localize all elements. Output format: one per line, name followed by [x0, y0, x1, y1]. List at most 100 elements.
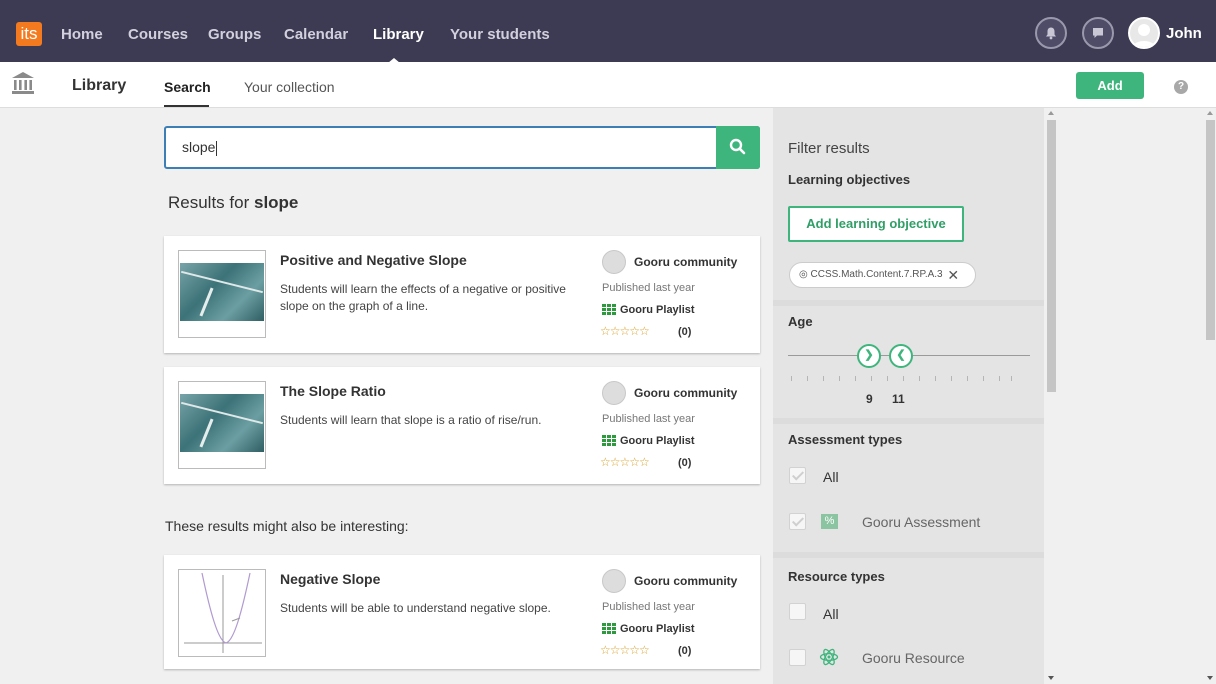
rating-count: (0) — [678, 457, 692, 469]
age-label: Age — [788, 314, 813, 329]
nav-your-students[interactable]: Your students — [450, 26, 550, 43]
result-description: Students will learn the effects of a neg… — [280, 282, 566, 313]
nav-library[interactable]: Library — [373, 26, 424, 43]
bell-icon — [1046, 27, 1056, 40]
tab-your-collection[interactable]: Your collection — [244, 79, 335, 95]
nav-groups[interactable]: Groups — [208, 26, 261, 43]
playlist-grid-icon — [602, 435, 616, 446]
graph-thumbnail — [184, 572, 262, 653]
author-name[interactable]: Gooru community — [634, 255, 737, 269]
scroll-down-arrow[interactable] — [1207, 676, 1213, 680]
notifications-button[interactable] — [1035, 17, 1067, 49]
remove-tag-icon[interactable]: ✕ — [947, 267, 959, 283]
gooru-assessment-label[interactable]: Gooru Assessment — [862, 514, 980, 530]
divider — [773, 300, 1044, 306]
search-input[interactable]: slope — [164, 126, 760, 169]
username[interactable]: John — [1166, 25, 1202, 42]
author-avatar — [602, 569, 626, 593]
result-title[interactable]: Positive and Negative Slope — [280, 252, 467, 268]
published-date: Published last year — [602, 282, 695, 294]
assessment-types-label: Assessment types — [788, 432, 903, 447]
page-scroll-thumb[interactable] — [1206, 120, 1215, 340]
gooru-resource-label[interactable]: Gooru Resource — [862, 650, 965, 666]
divider — [773, 552, 1044, 558]
suggestions-heading: These results might also be interesting: — [165, 518, 409, 534]
thumbnail-photo — [180, 394, 264, 452]
filter-title: Filter results — [788, 140, 870, 157]
gooru-assessment-checkbox[interactable] — [789, 513, 806, 530]
page-scrollbar[interactable] — [1203, 108, 1216, 684]
library-subnav: Library Search Your collection Add ? — [0, 62, 1216, 108]
published-date: Published last year — [602, 413, 695, 425]
author-name[interactable]: Gooru community — [634, 574, 737, 588]
tab-search[interactable]: Search — [164, 79, 211, 95]
assessment-percent-icon: % — [821, 514, 838, 529]
assessment-all-checkbox[interactable] — [789, 467, 806, 484]
author-avatar — [602, 381, 626, 405]
active-tab-underline — [164, 105, 209, 107]
age-slider-min-handle[interactable]: ❯ — [857, 344, 881, 368]
objective-tag-chip: ◎ CCSS.Math.Content.7.RP.A.3 ✕ — [789, 262, 976, 288]
author-avatar — [602, 250, 626, 274]
playlist-grid-icon — [602, 623, 616, 634]
add-button[interactable]: Add — [1076, 72, 1144, 99]
search-icon — [729, 138, 746, 155]
filter-scrollbar[interactable] — [1045, 108, 1057, 684]
help-icon[interactable]: ? — [1174, 80, 1188, 94]
filter-panel: Filter results Learning objectives Add l… — [773, 108, 1044, 684]
resource-types-label: Resource types — [788, 569, 885, 584]
result-description: Students will be able to understand nega… — [280, 601, 551, 615]
author-name[interactable]: Gooru community — [634, 386, 737, 400]
result-thumbnail[interactable] — [178, 250, 266, 338]
age-max-value: 11 — [892, 392, 905, 406]
assessment-all-label[interactable]: All — [823, 469, 839, 485]
chat-bubble-icon — [1093, 28, 1103, 38]
age-slider-ticks — [791, 376, 1012, 382]
result-card[interactable]: The Slope Ratio Students will learn that… — [164, 367, 760, 484]
content-type: Gooru Playlist — [620, 435, 695, 447]
result-title[interactable]: Negative Slope — [280, 571, 380, 587]
user-avatar[interactable] — [1128, 17, 1160, 49]
age-min-value: 9 — [866, 392, 873, 406]
page-title: Library — [72, 77, 127, 94]
rating-count: (0) — [678, 326, 692, 338]
star-rating[interactable]: ☆☆☆☆☆ — [600, 455, 650, 469]
library-building-icon — [12, 72, 34, 94]
content-type: Gooru Playlist — [620, 623, 695, 635]
nav-home[interactable]: Home — [61, 26, 103, 43]
playlist-grid-icon — [602, 304, 616, 315]
divider — [773, 418, 1044, 424]
objective-tag-label: CCSS.Math.Content.7.RP.A.3 — [810, 269, 943, 280]
atom-icon — [819, 648, 839, 666]
result-card[interactable]: Negative Slope Students will be able to … — [164, 555, 760, 669]
rating-count: (0) — [678, 645, 692, 657]
result-description: Students will learn that slope is a rati… — [280, 413, 542, 427]
result-card[interactable]: Positive and Negative Slope Students wil… — [164, 236, 760, 353]
nav-courses[interactable]: Courses — [128, 26, 188, 43]
top-nav: its Home Courses Groups Calendar Library… — [0, 0, 1216, 63]
published-date: Published last year — [602, 601, 695, 613]
scroll-down-arrow[interactable] — [1048, 676, 1054, 680]
search-button[interactable] — [716, 126, 760, 169]
star-rating[interactable]: ☆☆☆☆☆ — [600, 324, 650, 338]
learning-objectives-label: Learning objectives — [788, 172, 911, 187]
star-rating[interactable]: ☆☆☆☆☆ — [600, 643, 650, 657]
nav-calendar[interactable]: Calendar — [284, 26, 348, 43]
target-icon: ◎ — [799, 269, 808, 280]
resource-all-label[interactable]: All — [823, 606, 839, 622]
app-logo[interactable]: its — [16, 22, 42, 46]
gooru-resource-checkbox[interactable] — [789, 649, 806, 666]
search-input-value: slope — [182, 139, 218, 156]
scroll-up-arrow[interactable] — [1207, 111, 1213, 115]
scroll-up-arrow[interactable] — [1048, 111, 1054, 115]
messages-button[interactable] — [1082, 17, 1114, 49]
result-thumbnail[interactable] — [178, 381, 266, 469]
result-title[interactable]: The Slope Ratio — [280, 383, 386, 399]
result-thumbnail[interactable] — [178, 569, 266, 657]
add-learning-objective-button[interactable]: Add learning objective — [788, 206, 964, 242]
age-slider-max-handle[interactable]: ❮ — [889, 344, 913, 368]
results-heading: Results for slope — [168, 193, 299, 212]
resource-all-checkbox[interactable] — [789, 603, 806, 620]
content-type: Gooru Playlist — [620, 304, 695, 316]
filter-scroll-thumb[interactable] — [1047, 120, 1056, 392]
